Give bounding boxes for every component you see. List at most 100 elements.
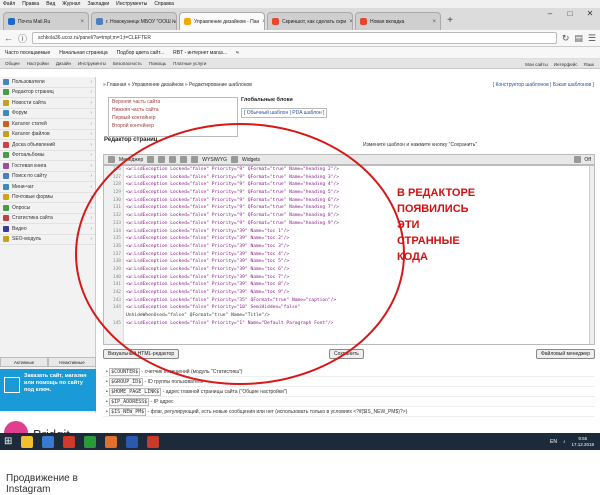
url-field[interactable]: schkola36.ucoz.ru/panel/?a=tmpl;m=1;t=CL… (32, 32, 557, 44)
powerpoint-icon[interactable] (147, 435, 160, 448)
ucoz-menu-item[interactable]: Платные услуги (173, 61, 206, 66)
sidebar-item[interactable]: Фотоальбомы › (0, 151, 95, 161)
sidebar-item[interactable]: Пользователи › (0, 77, 95, 88)
ucoz-menu-item[interactable]: Дизайн (56, 61, 71, 66)
chevron-right-icon: › (90, 120, 92, 127)
sidebar-item[interactable]: Опросы › (0, 203, 95, 214)
bookmarks-bar: Часто посещаемые Начальная страница Подбор… (0, 47, 600, 59)
chevron-right-icon: › (90, 110, 92, 117)
clock-date: 17.12.2018 (571, 441, 594, 447)
sidebar-item[interactable]: Каталог статей › (0, 119, 95, 130)
ie-icon[interactable] (42, 435, 55, 448)
volume-icon[interactable]: ♪ (563, 439, 566, 445)
info-icon[interactable]: ⓘ (18, 32, 27, 45)
sidebar-item[interactable]: Каталог файлов › (0, 130, 95, 140)
explorer-icon[interactable] (21, 435, 34, 448)
menu-item[interactable]: Файл (3, 1, 15, 7)
ucoz-right-item[interactable]: Язык (583, 62, 594, 67)
sidebar-item[interactable]: Редактор страниц › (0, 88, 95, 98)
menu-item[interactable]: Вид (46, 1, 55, 7)
fullscreen-icon[interactable] (574, 156, 582, 163)
ucoz-menu-item[interactable]: Общее (5, 61, 20, 66)
template-item[interactable]: Верхняя часть сайта (109, 98, 237, 106)
order-site-ad[interactable]: Заказать сайт, магазин или помощь по сай… (0, 369, 96, 411)
ucoz-menu-item[interactable]: Помощь (149, 61, 166, 66)
sidebar-item[interactable]: Гостевая книга › (0, 161, 95, 172)
menu-item[interactable]: Инструменты (116, 1, 147, 7)
browser-tab[interactable]: Новая вкладка × (355, 12, 441, 30)
variable-code[interactable]: $IP_ADDRESS$ (109, 398, 150, 406)
sidebar-tab[interactable]: Неактивные (48, 357, 96, 367)
template-item[interactable]: Нижняя часть сайта (109, 106, 237, 114)
close-tab-icon[interactable]: × (262, 19, 264, 25)
breadcrumb[interactable]: » Главная » Управление дизайном » Редакт… (103, 82, 252, 88)
sidebar-item[interactable]: Новости сайта › (0, 98, 95, 109)
variable-code[interactable]: $HOME_PAGE_LINK$ (109, 388, 162, 396)
browser-tab[interactable]: Почта Mail.Ru × (3, 12, 89, 30)
annotation-line: ЭТИ (397, 219, 420, 231)
menu-item[interactable]: Журнал (62, 1, 80, 7)
sidebar-item[interactable]: Мини-чат › (0, 182, 95, 193)
new-tab-icon[interactable]: + (443, 15, 457, 27)
close-tab-icon[interactable]: × (80, 19, 84, 25)
menu-icon[interactable]: ☰ (588, 33, 596, 44)
variable-code[interactable]: $IS_NEW_PM$ (109, 408, 147, 416)
manager-icon[interactable] (108, 156, 115, 163)
ucoz-menu-item[interactable]: Настройки (27, 61, 49, 66)
module-icon (3, 89, 9, 96)
sidebar-item[interactable]: Поиск по сайту › (0, 172, 95, 182)
ucoz-right-item[interactable]: Мои сайты (525, 62, 548, 67)
sidebar-item-label: Опросы (12, 204, 31, 211)
menu-item[interactable]: Закладки (87, 1, 109, 7)
menu-item[interactable]: Справка (154, 1, 174, 7)
browser-tab[interactable]: Управление дизайном - Пан× (179, 12, 265, 30)
ucoz-right-item[interactable]: Интерфейс (554, 62, 578, 67)
browser-tab[interactable]: Скриншот, как сделать скри × (267, 12, 353, 30)
ucoz-menu-item[interactable]: Инструменты (78, 61, 106, 66)
global-blocks-links[interactable]: [ Обычный шаблон | PDA шаблон ] (241, 108, 328, 118)
clock[interactable]: 9:55 17.12.2018 (571, 436, 594, 448)
browser-tab[interactable]: г. Новокузнецк МБОУ "ООШ №× (91, 12, 177, 30)
ucoz-menu-item[interactable]: Безопасность (113, 61, 142, 66)
back-icon[interactable]: ← (4, 33, 13, 43)
tab-label: г. Новокузнецк МБОУ "ООШ № (106, 18, 177, 25)
close-tab-icon[interactable]: × (432, 19, 436, 25)
sidebar-item[interactable]: Доска объявлений › (0, 140, 95, 151)
minimize-icon[interactable]: – (540, 8, 560, 20)
bookmark-item[interactable]: Подбор цвета сайт... (117, 50, 164, 56)
chrome-icon[interactable] (84, 435, 97, 448)
bookmark-item[interactable]: Начальная страница (59, 50, 107, 56)
tab-label: Почта Mail.Ru (18, 18, 51, 25)
template-variable: • $HOME_PAGE_LINK$ - адрес главной стран… (103, 387, 595, 397)
sidebar-item[interactable]: Форум › (0, 109, 95, 119)
template-item[interactable]: Первый контейнер (109, 114, 237, 122)
variable-code[interactable]: $COUNTER$ (109, 368, 141, 376)
editor-scrollbar[interactable] (589, 166, 594, 344)
tab-bar: Почта Mail.Ru × г. Новокузнецк МБОУ "ООШ №… (0, 8, 600, 30)
variable-code[interactable]: $GROUP_ID$ (109, 378, 144, 386)
firefox-icon[interactable] (105, 435, 118, 448)
close-tab-icon[interactable]: × (349, 19, 352, 25)
bookmark-item[interactable]: ч (236, 50, 239, 56)
template-tools-links[interactable]: [ Конструктор шаблонов | Бэкап шаблонов … (493, 82, 594, 88)
editor-toolbar-right: Off (574, 156, 591, 163)
bookmark-item[interactable]: Часто посещаемые (5, 50, 50, 56)
maximize-icon[interactable]: □ (560, 8, 580, 20)
language-indicator[interactable]: EN (550, 439, 557, 445)
library-icon[interactable]: ▤ (574, 33, 583, 44)
start-icon[interactable]: ⊞ (4, 436, 12, 447)
module-icon (3, 162, 9, 169)
highlight-off-toggle[interactable]: Off (584, 157, 591, 163)
chevron-right-icon: › (90, 173, 92, 180)
close-icon[interactable]: ✕ (580, 8, 600, 20)
refresh-icon[interactable]: ↻ (562, 33, 570, 44)
media-player-icon[interactable] (63, 435, 76, 448)
bookmark-item[interactable]: RBT - интернет магаз... (173, 50, 227, 56)
chevron-right-icon: › (90, 141, 92, 148)
menu-item[interactable]: Правка (22, 1, 39, 7)
sidebar-item[interactable]: Почтовые формы › (0, 193, 95, 203)
sidebar-item-label: Каталог файлов (12, 131, 50, 138)
word-icon[interactable] (126, 435, 139, 448)
file-manager-button[interactable]: Файловый менеджер (535, 349, 595, 359)
sidebar-tab[interactable]: Активные (0, 357, 48, 367)
